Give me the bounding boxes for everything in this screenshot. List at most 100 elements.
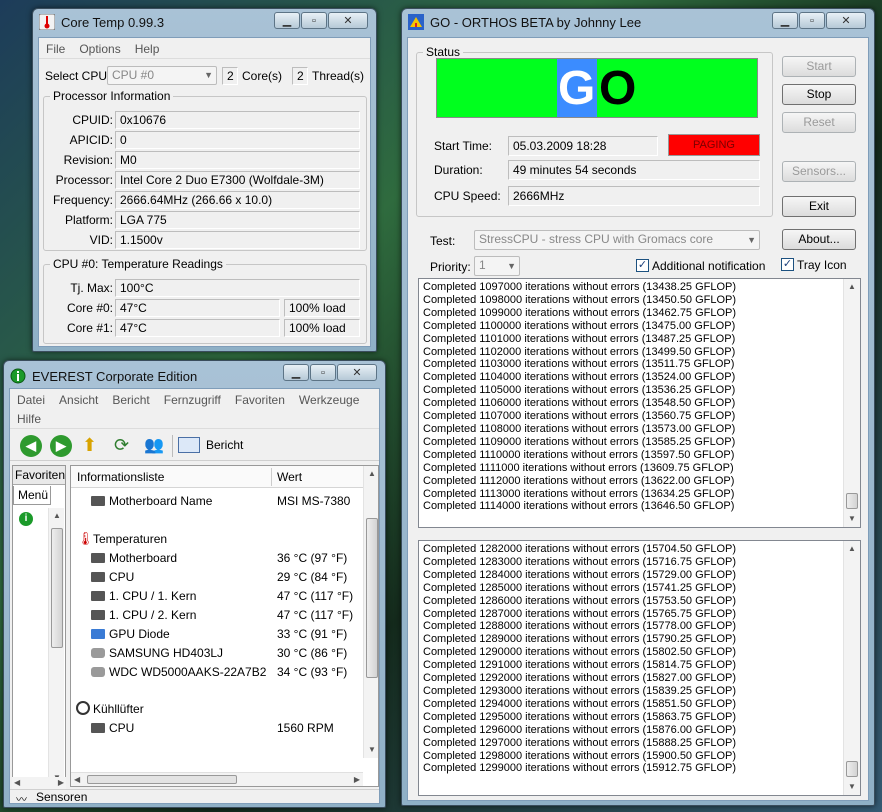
list-item-value: 47 °C (117 °F) xyxy=(277,589,354,603)
back-button[interactable]: ◀ xyxy=(20,435,42,457)
status-text: Sensoren xyxy=(36,790,88,804)
tray-icon-checkbox[interactable]: ✓ xyxy=(781,258,794,271)
list-item-name: GPU Diode xyxy=(109,627,170,641)
about-button[interactable]: About... xyxy=(782,229,856,250)
scroll-right-icon[interactable]: ▶ xyxy=(58,778,64,787)
log-panel-2[interactable]: Completed 1282000 iterations without err… xyxy=(418,540,861,796)
list-item[interactable]: CPU 29 °C (84 °F) xyxy=(71,568,363,587)
up-button[interactable]: ⬆ xyxy=(82,435,104,457)
paging-indicator: PAGING xyxy=(668,134,760,156)
info-label: Platform: xyxy=(64,213,113,227)
tjmax-label: Tj. Max: xyxy=(70,281,113,295)
menu-bericht[interactable]: Bericht xyxy=(105,393,156,407)
coretemp-window: Core Temp 0.99.3 ▁ ▫ ✕ File Options Help… xyxy=(32,8,377,352)
scroll-thumb[interactable] xyxy=(846,761,858,777)
section-fans[interactable]: Kühllüfter xyxy=(71,700,363,719)
scroll-down-icon[interactable]: ▼ xyxy=(364,742,378,758)
scroll-left-icon[interactable]: ◀ xyxy=(14,778,20,787)
stop-button[interactable]: Stop xyxy=(782,84,856,105)
section-temperatures[interactable]: 🌡 Temperaturen xyxy=(71,530,363,549)
info-label: Processor: xyxy=(55,173,113,187)
list-item[interactable]: SAMSUNG HD403LJ 30 °C (86 °F) xyxy=(71,644,363,663)
list-item[interactable]: 1. CPU / 2. Kern 47 °C (117 °F) xyxy=(71,606,363,625)
minimize-button[interactable]: ▁ xyxy=(274,12,300,29)
menu-fernzugriff[interactable]: Fernzugriff xyxy=(157,393,228,407)
menu-datei[interactable]: Datei xyxy=(10,393,52,407)
log-line: Completed 1104000 iterations without err… xyxy=(423,371,736,384)
orthos-title: GO - ORTHOS BETA by Johnny Lee xyxy=(430,14,642,30)
close-button[interactable]: ✕ xyxy=(337,364,377,381)
scroll-up-icon[interactable]: ▲ xyxy=(364,466,378,482)
additional-notification-checkbox[interactable]: ✓ xyxy=(636,259,649,272)
cpu-select[interactable]: CPU #0 ▼ xyxy=(107,66,217,85)
scroll-up-icon[interactable]: ▲ xyxy=(844,541,860,557)
sensors-button[interactable]: Sensors... xyxy=(782,161,856,182)
scroll-thumb[interactable] xyxy=(87,775,237,784)
col-info-header[interactable]: Informationsliste xyxy=(77,470,164,484)
scroll-up-icon[interactable]: ▲ xyxy=(844,279,860,295)
menu-ansicht[interactable]: Ansicht xyxy=(52,393,105,407)
test-select[interactable]: StressCPU - stress CPU with Gromacs core… xyxy=(474,230,760,250)
menu-favoriten[interactable]: Favoriten xyxy=(228,393,292,407)
scroll-down-icon[interactable]: ▼ xyxy=(844,779,860,795)
log1-scrollbar[interactable]: ▲ ▼ xyxy=(843,279,860,527)
list-item[interactable]: CPU 1560 RPM xyxy=(71,719,363,738)
list-item[interactable]: 1. CPU / 1. Kern 47 °C (117 °F) xyxy=(71,587,363,606)
list-item[interactable]: Motherboard 36 °C (97 °F) xyxy=(71,549,363,568)
list-item[interactable]: GPU Diode 33 °C (91 °F) xyxy=(71,625,363,644)
refresh-button[interactable]: ⟳ xyxy=(114,435,136,457)
tab-favoriten[interactable]: Favoriten xyxy=(13,466,65,485)
scroll-thumb[interactable] xyxy=(366,518,378,678)
scroll-right-icon[interactable]: ▶ xyxy=(354,775,360,784)
report-button[interactable]: Bericht xyxy=(178,435,268,457)
log-line: Completed 1297000 iterations without err… xyxy=(423,736,737,749)
tab-menu[interactable]: Menü xyxy=(13,486,51,505)
test-select-value: StressCPU - stress CPU with Gromacs core xyxy=(479,232,714,246)
priority-select[interactable]: 1 ▼ xyxy=(474,256,520,276)
additional-notification-label[interactable]: Additional notification xyxy=(652,259,765,273)
menu-file[interactable]: File xyxy=(39,42,72,56)
left-pane-hscrollbar[interactable]: ◀ ▶ xyxy=(12,777,66,789)
maximize-icon: ▫ xyxy=(810,14,814,27)
right-pane-scrollbar[interactable]: ▲ ▼ xyxy=(363,466,378,758)
list-item[interactable]: Motherboard Name MSI MS-7380 xyxy=(71,492,363,511)
exit-button[interactable]: Exit xyxy=(782,196,856,217)
log-line: Completed 1103000 iterations without err… xyxy=(423,358,735,371)
minimize-button[interactable]: ▁ xyxy=(283,364,309,381)
list-item[interactable]: WDC WD5000AAKS-22A7B2 34 °C (93 °F) xyxy=(71,663,363,682)
info-value: LGA 775 xyxy=(115,211,360,229)
menu-options[interactable]: Options xyxy=(72,42,127,56)
col-value-header[interactable]: Wert xyxy=(277,470,302,484)
close-button[interactable]: ✕ xyxy=(826,12,866,29)
chevron-down-icon: ▼ xyxy=(204,70,213,80)
list-item-name: Motherboard xyxy=(109,551,178,565)
scroll-down-icon[interactable]: ▼ xyxy=(844,511,860,527)
maximize-button[interactable]: ▫ xyxy=(301,12,327,29)
list-item-value: MSI MS-7380 xyxy=(277,494,351,508)
tab-favoriten-label: Favoriten xyxy=(15,468,65,482)
chip-icon xyxy=(91,723,105,733)
menu-werkzeuge[interactable]: Werkzeuge xyxy=(292,393,366,407)
start-button[interactable]: Start xyxy=(782,56,856,77)
scroll-thumb[interactable] xyxy=(51,528,63,648)
scroll-up-icon[interactable]: ▲ xyxy=(49,508,65,524)
left-pane-scrollbar[interactable]: ▲ ▼ xyxy=(48,508,64,786)
close-button[interactable]: ✕ xyxy=(328,12,368,29)
maximize-button[interactable]: ▫ xyxy=(799,12,825,29)
reset-button[interactable]: Reset xyxy=(782,112,856,133)
log-line: Completed 1286000 iterations without err… xyxy=(423,594,737,607)
tray-icon-label[interactable]: Tray Icon xyxy=(797,258,847,272)
scroll-thumb[interactable] xyxy=(846,493,858,509)
right-pane-hscrollbar[interactable]: ◀ ▶ xyxy=(71,772,363,786)
menu-help[interactable]: Help xyxy=(128,42,167,56)
maximize-button[interactable]: ▫ xyxy=(310,364,336,381)
minimize-button[interactable]: ▁ xyxy=(772,12,798,29)
log2-scrollbar[interactable]: ▲ ▼ xyxy=(843,541,860,795)
menu-hilfe[interactable]: Hilfe xyxy=(10,412,48,426)
users-button[interactable]: 👥 xyxy=(144,435,168,457)
scroll-left-icon[interactable]: ◀ xyxy=(74,775,80,784)
log-line: Completed 1100000 iterations without err… xyxy=(423,319,736,332)
chevron-down-icon: ▼ xyxy=(507,261,516,271)
log-panel-1[interactable]: Completed 1097000 iterations without err… xyxy=(418,278,861,528)
forward-button[interactable]: ▶ xyxy=(50,435,72,457)
